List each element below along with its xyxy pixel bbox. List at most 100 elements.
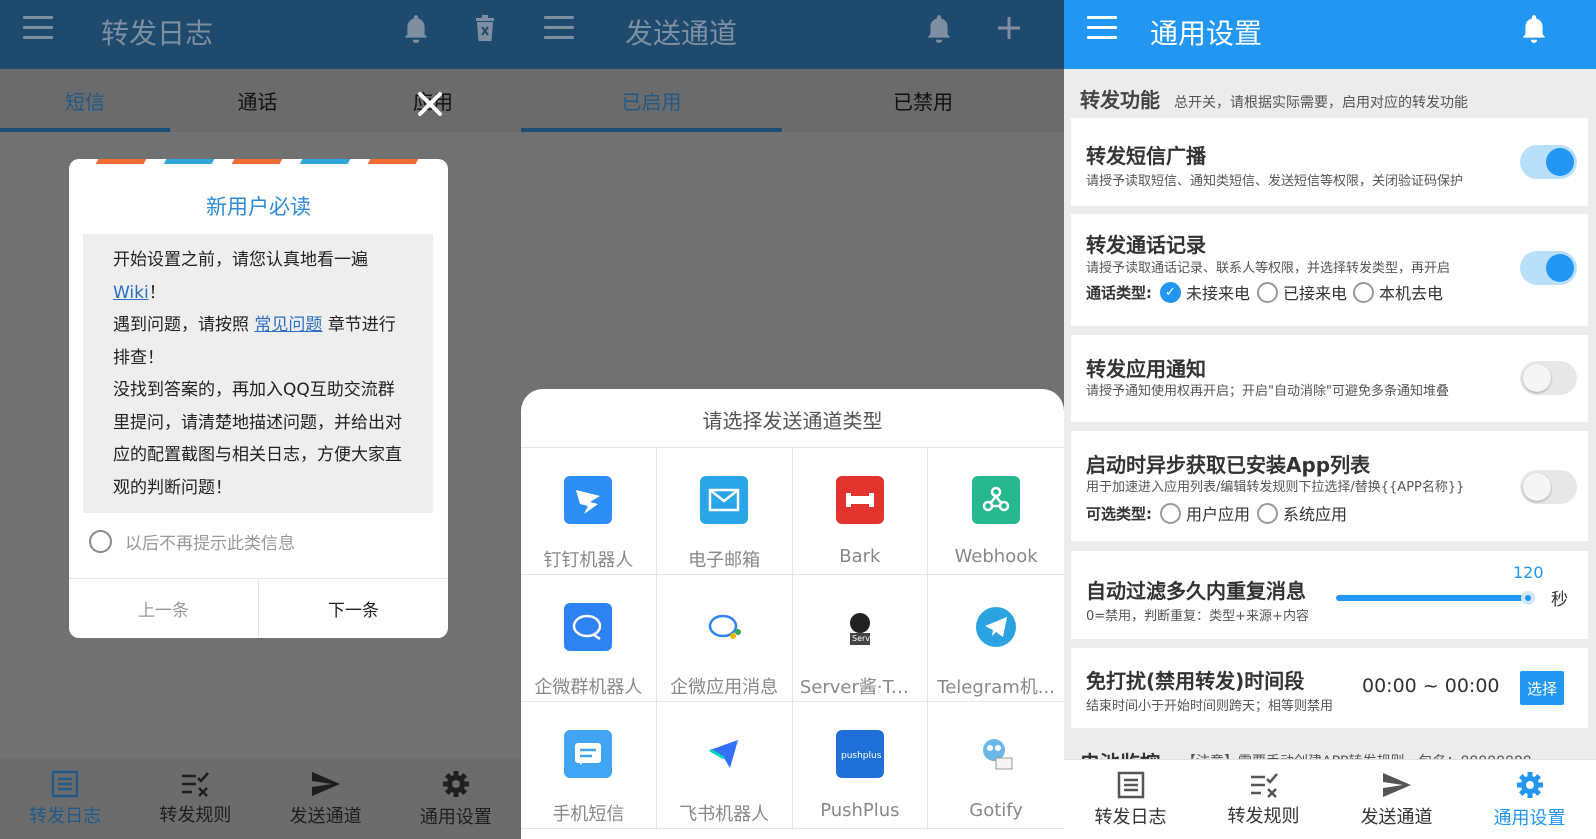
nav-settings[interactable]: 通用设置	[391, 759, 521, 839]
menu-icon[interactable]	[23, 16, 53, 39]
card-desc: 请授予通知使用权再开启；开启"自动消除"可避免多条通知堆叠	[1086, 384, 1449, 399]
dialog-excl: ！	[148, 282, 166, 303]
call-forward-switch[interactable]	[1520, 251, 1577, 285]
channel-option[interactable]: Telegram机...	[928, 575, 1064, 702]
channel-option[interactable]: 手机短信	[521, 702, 657, 829]
dialog-line2a: 遇到问题，请按照	[113, 315, 249, 335]
channel-name: 手机短信	[552, 804, 625, 825]
slider-thumb[interactable]	[1521, 591, 1535, 605]
card-title: 转发短信广播	[1086, 144, 1206, 168]
option-user-apps[interactable]: 用户应用	[1160, 501, 1250, 525]
card-desc: 结束时间小于开始时间则跨天；相等则禁用	[1086, 699, 1334, 714]
option-label: 用户应用	[1186, 505, 1251, 524]
svg-text:pushplus: pushplus	[841, 751, 882, 761]
channel-option[interactable]: pushplus PushPlus	[792, 702, 929, 829]
checkbox-label: 以后不再提示此类信息	[125, 534, 295, 554]
nav-forward-log[interactable]: 转发日志	[1064, 760, 1197, 839]
wecom-app-icon	[700, 603, 749, 651]
new-user-dialog: 新用户必读 开始设置之前，请您认真地看一遍 Wiki！ 遇到问题，请按照 常见问…	[69, 159, 448, 638]
bell-icon[interactable]	[403, 14, 429, 44]
app-notify-card: 转发应用通知 请授予通知使用权再开启；开启"自动消除"可避免多条通知堆叠	[1071, 335, 1588, 422]
nav-send-channels[interactable]: 发送通道	[261, 759, 391, 839]
page-title: 发送通道	[625, 17, 738, 50]
card-title: 启动时异步获取已安装App列表	[1086, 453, 1371, 477]
tab-call[interactable]: 通话	[170, 69, 345, 132]
nav-label: 通用设置	[1493, 807, 1566, 829]
sms-icon	[564, 730, 613, 778]
nav-label: 转发规则	[159, 805, 232, 826]
section-desc: 总开关，请根据实际需要，启用对应的转发功能	[1174, 95, 1468, 111]
bottom-nav: 转发日志 转发规则 发送通道 通用设置	[1064, 759, 1596, 839]
tab-disabled[interactable]: 已禁用	[782, 69, 1064, 132]
app-bar: 通用设置	[1064, 0, 1596, 69]
app-list-switch[interactable]	[1520, 470, 1577, 504]
channel-name: 飞书机器人	[679, 804, 770, 825]
prev-button[interactable]: 上一条	[69, 579, 259, 638]
forward-log-screen: 转发日志 短信 通话 应用 新用户必读 开始设置之前，请您认真地看一遍 Wiki…	[0, 0, 521, 839]
channel-name: 电子邮箱	[688, 550, 761, 571]
card-title: 自动过滤多久内重复消息	[1086, 579, 1306, 603]
channel-option[interactable]: Bark	[792, 448, 929, 575]
section-title: 转发功能	[1080, 88, 1160, 112]
nav-settings[interactable]: 通用设置	[1463, 760, 1596, 839]
close-icon[interactable]	[417, 91, 443, 117]
channel-name: 企微应用消息	[670, 677, 779, 698]
call-type-label: 通话类型:	[1086, 284, 1152, 302]
dedup-slider[interactable]	[1336, 595, 1526, 601]
nav-forward-rules[interactable]: 转发规则	[1197, 760, 1330, 839]
tab-indicator	[0, 128, 170, 132]
nav-send-channels[interactable]: 发送通道	[1330, 760, 1463, 839]
app-notify-switch[interactable]	[1520, 361, 1577, 395]
dont-show-again-checkbox[interactable]: 以后不再提示此类信息	[89, 529, 295, 554]
bottom-nav: 转发日志 转发规则 发送通道 通用设置	[0, 759, 521, 839]
tab-sms[interactable]: 短信	[0, 69, 170, 132]
faq-link[interactable]: 常见问题	[254, 315, 322, 335]
option-system-apps[interactable]: 系统应用	[1257, 501, 1347, 525]
page-title: 通用设置	[1150, 17, 1263, 50]
option-missed-call[interactable]: ✓ 未接来电	[1160, 280, 1250, 304]
menu-icon[interactable]	[1087, 16, 1117, 39]
bell-icon[interactable]	[926, 14, 952, 44]
gear-icon	[442, 771, 469, 797]
next-button[interactable]: 下一条	[259, 579, 448, 638]
option-outgoing-call[interactable]: 本机去电	[1353, 280, 1443, 304]
card-desc: 请授予读取短信、通知类短信、发送短信等权限，关闭验证码保护	[1086, 174, 1464, 189]
option-answered-call[interactable]: 已接来电	[1257, 280, 1347, 304]
delete-icon[interactable]	[474, 14, 496, 42]
app-type-label: 可选类型:	[1086, 505, 1152, 523]
sms-forward-card: 转发短信广播 请授予读取短信、通知类短信、发送短信等权限，关闭验证码保护	[1071, 118, 1588, 206]
call-forward-card: 转发通话记录 请授予读取通话记录、联系人等权限，并选择转发类型，再开启 通话类型…	[1071, 214, 1588, 326]
add-icon[interactable]	[997, 16, 1021, 40]
channel-option[interactable]: 企微应用消息	[656, 575, 793, 702]
nav-label: 发送通道	[289, 806, 362, 827]
nav-label: 通用设置	[419, 807, 492, 828]
sms-forward-switch[interactable]	[1520, 145, 1577, 179]
app-bar: 转发日志	[0, 0, 521, 69]
radio-circle-icon	[89, 530, 112, 553]
nav-label: 转发规则	[1227, 805, 1300, 827]
settings-screen: 通用设置 转发功能 总开关，请根据实际需要，启用对应的转发功能 转发短信广播 请…	[1064, 0, 1596, 839]
select-time-button[interactable]: 选择	[1520, 671, 1564, 705]
nav-label: 发送通道	[1360, 806, 1433, 828]
channel-option[interactable]: Gotify	[928, 702, 1064, 829]
page-title: 转发日志	[101, 17, 214, 50]
channel-option[interactable]: 电子邮箱	[656, 448, 793, 575]
channel-option[interactable]: 飞书机器人	[656, 702, 793, 829]
unit-label: 秒	[1551, 590, 1568, 610]
channel-option[interactable]: 企微群机器人	[521, 575, 657, 702]
option-label: 已接来电	[1283, 284, 1348, 303]
bell-icon[interactable]	[1521, 14, 1547, 44]
svg-text:Server: Server	[852, 634, 879, 643]
channel-option[interactable]: Server Server酱·Tur...	[792, 575, 929, 702]
dialog-line1: 开始设置之前，请您认真地看一遍	[113, 250, 368, 270]
menu-icon[interactable]	[544, 16, 574, 39]
card-title: 转发应用通知	[1086, 357, 1206, 381]
nav-forward-log[interactable]: 转发日志	[0, 759, 130, 839]
tab-enabled[interactable]: 已启用	[521, 69, 782, 132]
envelope-stripes	[95, 159, 427, 165]
wiki-link[interactable]: Wiki	[113, 283, 149, 303]
card-desc: 0=禁用，判断重复：类型+来源+内容	[1086, 609, 1309, 624]
nav-forward-rules[interactable]: 转发规则	[130, 759, 260, 839]
channel-option[interactable]: 钉钉机器人	[521, 448, 657, 575]
channel-option[interactable]: Webhook	[928, 448, 1064, 575]
